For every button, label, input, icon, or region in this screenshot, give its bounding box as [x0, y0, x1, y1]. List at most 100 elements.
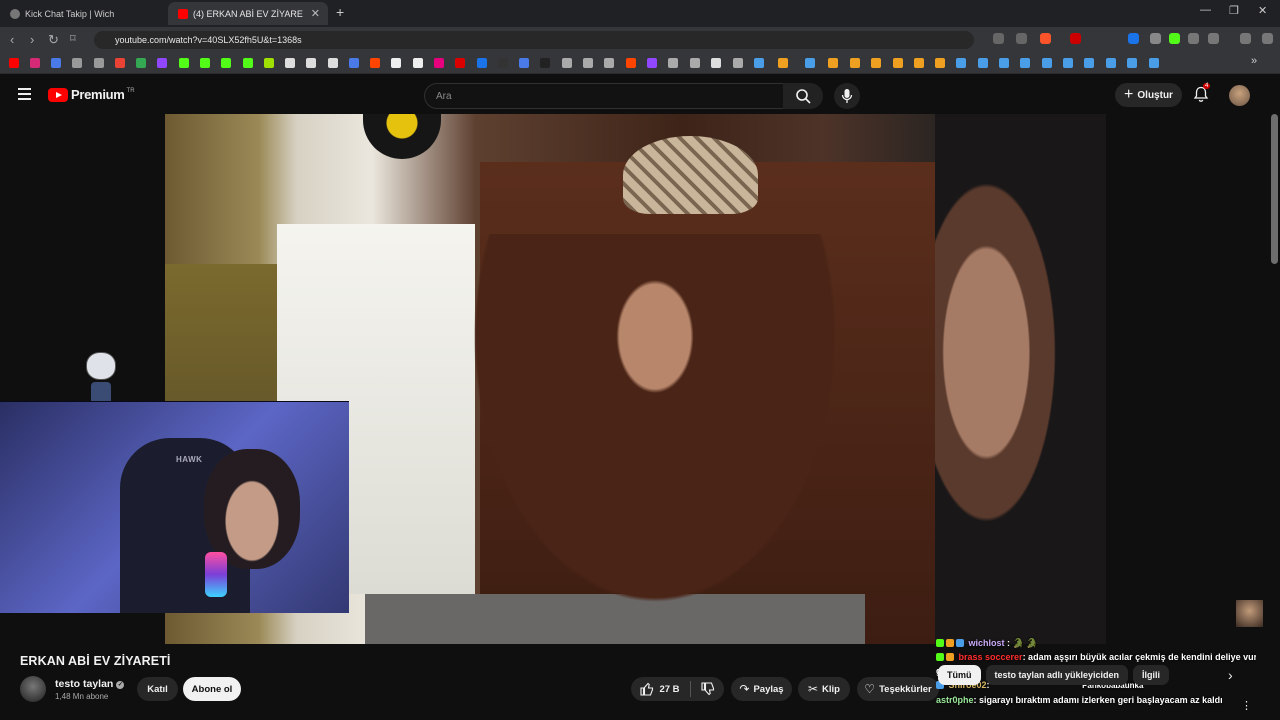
bookmark-youtube-icon[interactable]: [9, 58, 19, 68]
close-tab-icon[interactable]: ✕: [311, 7, 320, 20]
share-icon[interactable]: [1016, 33, 1027, 44]
minimize-icon[interactable]: —: [1200, 4, 1211, 16]
bookmark-icon[interactable]: [668, 58, 678, 68]
channel-name[interactable]: testo taylan ✓: [55, 678, 125, 690]
bookmark-icon[interactable]: [519, 58, 529, 68]
maximize-icon[interactable]: ❐: [1229, 4, 1239, 17]
hamburger-menu-icon[interactable]: [18, 88, 31, 103]
bookmark-steam-icon[interactable]: [956, 58, 966, 68]
bookmark-icon[interactable]: [914, 58, 924, 68]
bookmark-instagram-icon[interactable]: [30, 58, 40, 68]
tab-youtube[interactable]: (4) ERKAN ABİ EV ZİYARETİ - ✕: [168, 2, 328, 25]
account-avatar[interactable]: [1229, 85, 1250, 106]
join-button[interactable]: Katıl: [137, 677, 178, 701]
bookmark-folder-icon[interactable]: [733, 58, 743, 68]
bookmark-steam-icon[interactable]: [1020, 58, 1030, 68]
thumbs-down-icon[interactable]: [700, 682, 715, 696]
bookmark-icon[interactable]: [871, 58, 881, 68]
bookmark-steam-icon[interactable]: [1042, 58, 1052, 68]
chip-from-uploader[interactable]: testo taylan adlı yükleyiciden: [985, 665, 1129, 685]
bookmark-icon[interactable]: [690, 58, 700, 68]
bookmark-icon[interactable]: [477, 58, 487, 68]
bookmark-icon[interactable]: [583, 58, 593, 68]
bookmark-icon[interactable]: [51, 58, 61, 68]
bookmark-kick-icon[interactable]: [221, 58, 231, 68]
cast-icon[interactable]: [993, 33, 1004, 44]
close-window-icon[interactable]: ✕: [1258, 4, 1267, 17]
bookmark-icon[interactable]: [626, 58, 636, 68]
bookmark-gmail-icon[interactable]: [115, 58, 125, 68]
bookmark-icon[interactable]: [778, 58, 788, 68]
bookmark-kick-icon[interactable]: [179, 58, 189, 68]
bookmark-icon[interactable]: [349, 58, 359, 68]
bookmark-icon[interactable]: [264, 58, 274, 68]
bookmark-icon[interactable]: [540, 58, 550, 68]
bookmark-steam-icon[interactable]: [754, 58, 764, 68]
subscribe-button[interactable]: Abone ol: [183, 677, 241, 701]
chip-related[interactable]: İlgili: [1133, 665, 1170, 685]
bookmark-icon[interactable]: [850, 58, 860, 68]
menu-icon[interactable]: [1262, 33, 1273, 44]
bookmark-reddit-icon[interactable]: [370, 58, 380, 68]
bookmark-icon[interactable]: [413, 58, 423, 68]
url-bar[interactable]: youtube.com/watch?v=40SLX52fh5U&t=1368s: [94, 31, 974, 49]
brave-shield-icon[interactable]: [1040, 33, 1051, 44]
youtube-logo[interactable]: Premium TR: [48, 87, 135, 102]
bookmark-icon[interactable]: [935, 58, 945, 68]
bookmark-icon[interactable]: [604, 58, 614, 68]
bookmark-steam-icon[interactable]: [999, 58, 1009, 68]
extension-icon[interactable]: [1070, 33, 1081, 44]
tab-kick-chat[interactable]: Kick Chat Takip | Wich: [0, 2, 165, 25]
bookmark-drive-icon[interactable]: [136, 58, 146, 68]
bookmark-icon[interactable]: [647, 58, 657, 68]
bookmark-kick-icon[interactable]: [243, 58, 253, 68]
more-bookmarks-icon[interactable]: »: [1251, 55, 1257, 67]
bookmark-icon[interactable]: [562, 58, 572, 68]
new-tab-icon[interactable]: +: [336, 4, 344, 20]
bookmark-x-icon[interactable]: [328, 58, 338, 68]
bookmark-steam-icon[interactable]: [1084, 58, 1094, 68]
notifications-button[interactable]: 4: [1193, 83, 1211, 108]
kick-extension-icon[interactable]: [1169, 33, 1180, 44]
bookmark-twitch-icon[interactable]: [157, 58, 167, 68]
bookmark-icon[interactable]: [72, 58, 82, 68]
media-icon[interactable]: [1240, 33, 1251, 44]
chip-all[interactable]: Tümü: [938, 665, 981, 685]
bookmark-steam-icon[interactable]: [1106, 58, 1116, 68]
scrollbar-thumb[interactable]: [1271, 114, 1278, 264]
voice-search-button[interactable]: [834, 83, 860, 109]
reload-icon[interactable]: ↻: [48, 32, 59, 48]
channel-avatar[interactable]: [20, 676, 46, 702]
search-input[interactable]: [434, 90, 738, 103]
extension-icon[interactable]: [1150, 33, 1161, 44]
bookmark-steam-icon[interactable]: [1063, 58, 1073, 68]
bookmark-steam-icon[interactable]: [1149, 58, 1159, 68]
chevron-right-icon[interactable]: ›: [1228, 667, 1233, 683]
extension-icon[interactable]: [1128, 33, 1139, 44]
create-button[interactable]: + Oluştur: [1115, 83, 1182, 107]
bookmark-icon[interactable]: [893, 58, 903, 68]
share-button[interactable]: ↷ Paylaş: [731, 677, 792, 701]
bookmark-icon[interactable]: [94, 58, 104, 68]
thanks-button[interactable]: ♡ Teşekkürler: [857, 677, 939, 701]
bookmark-icon[interactable]: [434, 58, 444, 68]
sidebar-icon[interactable]: [1208, 33, 1219, 44]
bookmark-icon[interactable]: [711, 58, 721, 68]
like-button[interactable]: 27 B: [640, 682, 680, 696]
bookmark-icon[interactable]: [285, 58, 295, 68]
bookmark-kick-icon[interactable]: [200, 58, 210, 68]
bookmark-steam-icon[interactable]: [978, 58, 988, 68]
bookmark-icon[interactable]: [828, 58, 838, 68]
bookmark-steam-icon[interactable]: [805, 58, 815, 68]
back-icon[interactable]: ‹: [10, 32, 14, 47]
bookmark-icon[interactable]: [498, 58, 508, 68]
extensions-icon[interactable]: [1188, 33, 1199, 44]
bookmark-icon[interactable]: [391, 58, 401, 68]
more-options-icon[interactable]: ⋮: [1241, 699, 1252, 712]
clip-button[interactable]: ✂ Klip: [798, 677, 850, 701]
bookmark-steam-icon[interactable]: [1127, 58, 1137, 68]
bookmark-icon[interactable]: [306, 58, 316, 68]
bookmark-icon[interactable]: [455, 58, 465, 68]
search-button[interactable]: [783, 83, 823, 109]
bookmark-icon[interactable]: ⌑: [70, 32, 76, 45]
